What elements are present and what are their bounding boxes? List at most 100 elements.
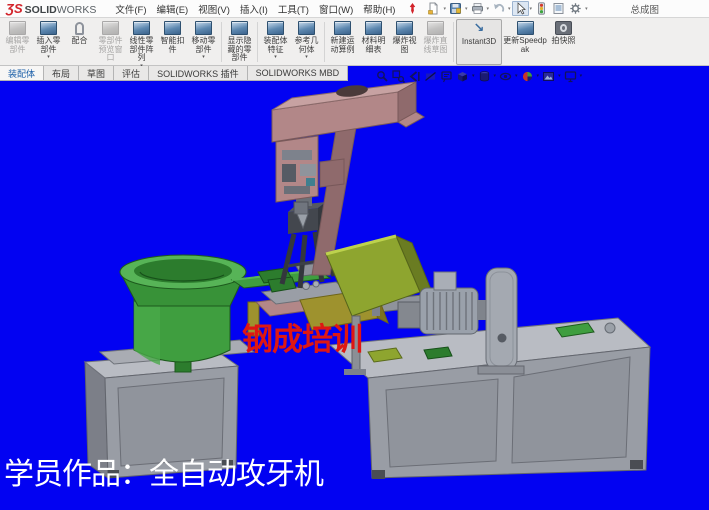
show-hidden-components-icon [231,21,248,35]
annotation-views-icon[interactable] [440,70,453,83]
view-settings-icon[interactable] [564,70,577,83]
save-icon[interactable] [447,1,464,16]
tab-sketch[interactable]: 草图 [78,66,114,81]
update-speedpak-button[interactable]: 更新Speedpak ▾ [502,19,548,65]
component-preview-icon [102,21,119,35]
dropdown-arrow-icon[interactable]: ▾ [537,70,540,83]
mate-paperclip-icon [75,22,84,35]
command-manager-ribbon: 编辑零部件 ▾ 插入零部件 ▾ 配合 ▾ 零部件预览窗口 ▾ 线性零部件阵列 ▾ [0,18,709,66]
linear-component-pattern-button[interactable]: 线性零部件阵列 ▾ [126,19,157,65]
display-style-icon[interactable] [478,70,491,83]
menu-file[interactable]: 文件(F) [110,0,151,18]
ribbon-button-label: 材料明细表 [358,37,389,54]
linear-pattern-icon [133,21,150,35]
quick-access-toolbar: ▾ ▾ ▾ ▾ ▾ ▾ [425,1,588,16]
explode-line-sketch-icon [427,21,444,35]
tab-solidworks-mbd[interactable]: SOLIDWORKS MBD [247,66,349,81]
dropdown-arrow-icon: ▾ [47,55,50,60]
ribbon-button-label: 移动零部件 [188,37,219,54]
view-orientation-cube-icon[interactable] [456,70,469,83]
exploded-view-button[interactable]: 爆炸视图 ▾ [389,19,420,65]
tab-layout[interactable]: 布局 [43,66,79,81]
caption-text: 学员作品：全自动攻牙机 [4,449,323,493]
bill-of-materials-button[interactable]: 材料明细表 ▾ [358,19,389,65]
dropdown-arrow-icon[interactable]: ▾ [585,6,588,12]
bowl-feeder [100,255,254,372]
zoom-to-fit-icon[interactable] [376,70,389,83]
ribbon-separator [221,22,222,62]
dropdown-arrow-icon[interactable]: ▾ [515,70,518,83]
dropdown-arrow-icon[interactable]: ▾ [487,6,490,12]
assembly-features-icon [267,21,284,35]
tab-label: 评估 [122,67,140,80]
menu-item-label: 工具(T) [278,5,309,16]
menu-help[interactable]: 帮助(H) [358,0,400,18]
smart-fasteners-icon [164,21,181,35]
menu-edit[interactable]: 编辑(E) [152,0,194,18]
ribbon-button-label: Instant3D [462,38,496,47]
tab-solidworks-addins[interactable]: SOLIDWORKS 插件 [148,66,248,81]
menu-insert[interactable]: 插入(I) [235,0,273,18]
dropdown-arrow-icon: ▾ [274,55,277,60]
dropdown-arrow-icon[interactable]: ▾ [443,6,446,12]
ribbon-button-label: 拍快照 [552,37,576,46]
tab-label: 布局 [52,67,70,80]
ribbon-button-label: 新建运动算例 [327,37,358,54]
menu-item-label: 文件(F) [115,5,146,16]
menu-tools[interactable]: 工具(T) [273,0,314,18]
rebuild-traffic-light-icon[interactable] [533,1,550,16]
mate-button[interactable]: 配合 ▾ [64,19,95,65]
file-properties-icon[interactable] [550,1,567,16]
graphics-area[interactable]: 装配体 布局 草图 评估 SOLIDWORKS 插件 SOLIDWORKS MB… [0,66,709,510]
insert-components-button[interactable]: 插入零部件 ▾ [33,19,64,65]
watermark-text: 钢成培训 [242,314,362,359]
menu-item-label: 视图(V) [198,5,230,16]
pin-toolbar-icon[interactable] [407,2,418,15]
menu-view[interactable]: 视图(V) [193,0,235,18]
ribbon-separator [324,22,325,62]
reference-geometry-button[interactable]: 参考几何体 ▾ [291,19,322,65]
tab-assembly[interactable]: 装配体 [0,66,44,81]
dropdown-arrow-icon[interactable]: ▾ [530,6,533,12]
move-component-icon [195,21,212,35]
edit-appearance-icon[interactable] [521,70,534,83]
tab-evaluate[interactable]: 评估 [113,66,149,81]
dropdown-arrow-icon[interactable]: ▾ [472,70,475,83]
ribbon-button-label: 装配体特征 [260,37,291,54]
section-view-icon[interactable] [424,70,437,83]
component-preview-window-button[interactable]: 零部件预览窗口 ▾ [95,19,126,65]
explode-line-sketch-button[interactable]: 爆炸直线草图 ▾ [420,19,451,65]
new-document-icon[interactable] [425,1,442,16]
zoom-to-area-icon[interactable] [392,70,405,83]
edit-component-button[interactable]: 编辑零部件 ▾ [2,19,33,65]
dropdown-arrow-icon[interactable]: ▾ [494,70,497,83]
previous-view-icon[interactable] [408,70,421,83]
update-speedpak-icon [517,21,534,35]
options-gear-icon[interactable] [567,1,584,16]
undo-icon[interactable] [490,1,507,16]
show-hidden-components-button[interactable]: 显示隐藏的零部件 ▾ [224,19,255,65]
dropdown-arrow-icon[interactable]: ▾ [580,70,583,83]
instant3d-button[interactable]: Instant3D ▾ [456,19,502,65]
tab-label: SOLIDWORKS MBD [256,68,340,78]
select-cursor-icon[interactable] [512,1,529,16]
move-component-button[interactable]: 移动零部件 ▾ [188,19,219,65]
assembly-features-button[interactable]: 装配体特征 ▾ [260,19,291,65]
dropdown-arrow-icon[interactable]: ▾ [465,6,468,12]
new-motion-study-button[interactable]: 新建运动算例 ▾ [327,19,358,65]
apply-scene-icon[interactable] [542,70,555,83]
exploded-view-icon [396,21,413,35]
reference-geometry-icon [298,21,315,35]
dropdown-arrow-icon[interactable]: ▾ [558,70,561,83]
document-title: 总成图 [630,2,659,16]
dropdown-arrow-icon[interactable]: ▾ [508,6,511,12]
menu-window[interactable]: 窗口(W) [314,0,358,18]
heads-up-view-toolbar: ▾ ▾ ▾ ▾ ▾ ▾ [376,70,582,83]
smart-fasteners-button[interactable]: 智能扣件 ▾ [157,19,188,65]
hide-show-items-icon[interactable] [499,70,512,83]
ribbon-button-label: 编辑零部件 [2,37,33,54]
print-icon[interactable] [469,1,486,16]
menu-item-label: 窗口(W) [319,5,353,16]
take-snapshot-button[interactable]: 拍快照 ▾ [548,19,579,65]
menu-item-label: 帮助(H) [363,5,395,16]
